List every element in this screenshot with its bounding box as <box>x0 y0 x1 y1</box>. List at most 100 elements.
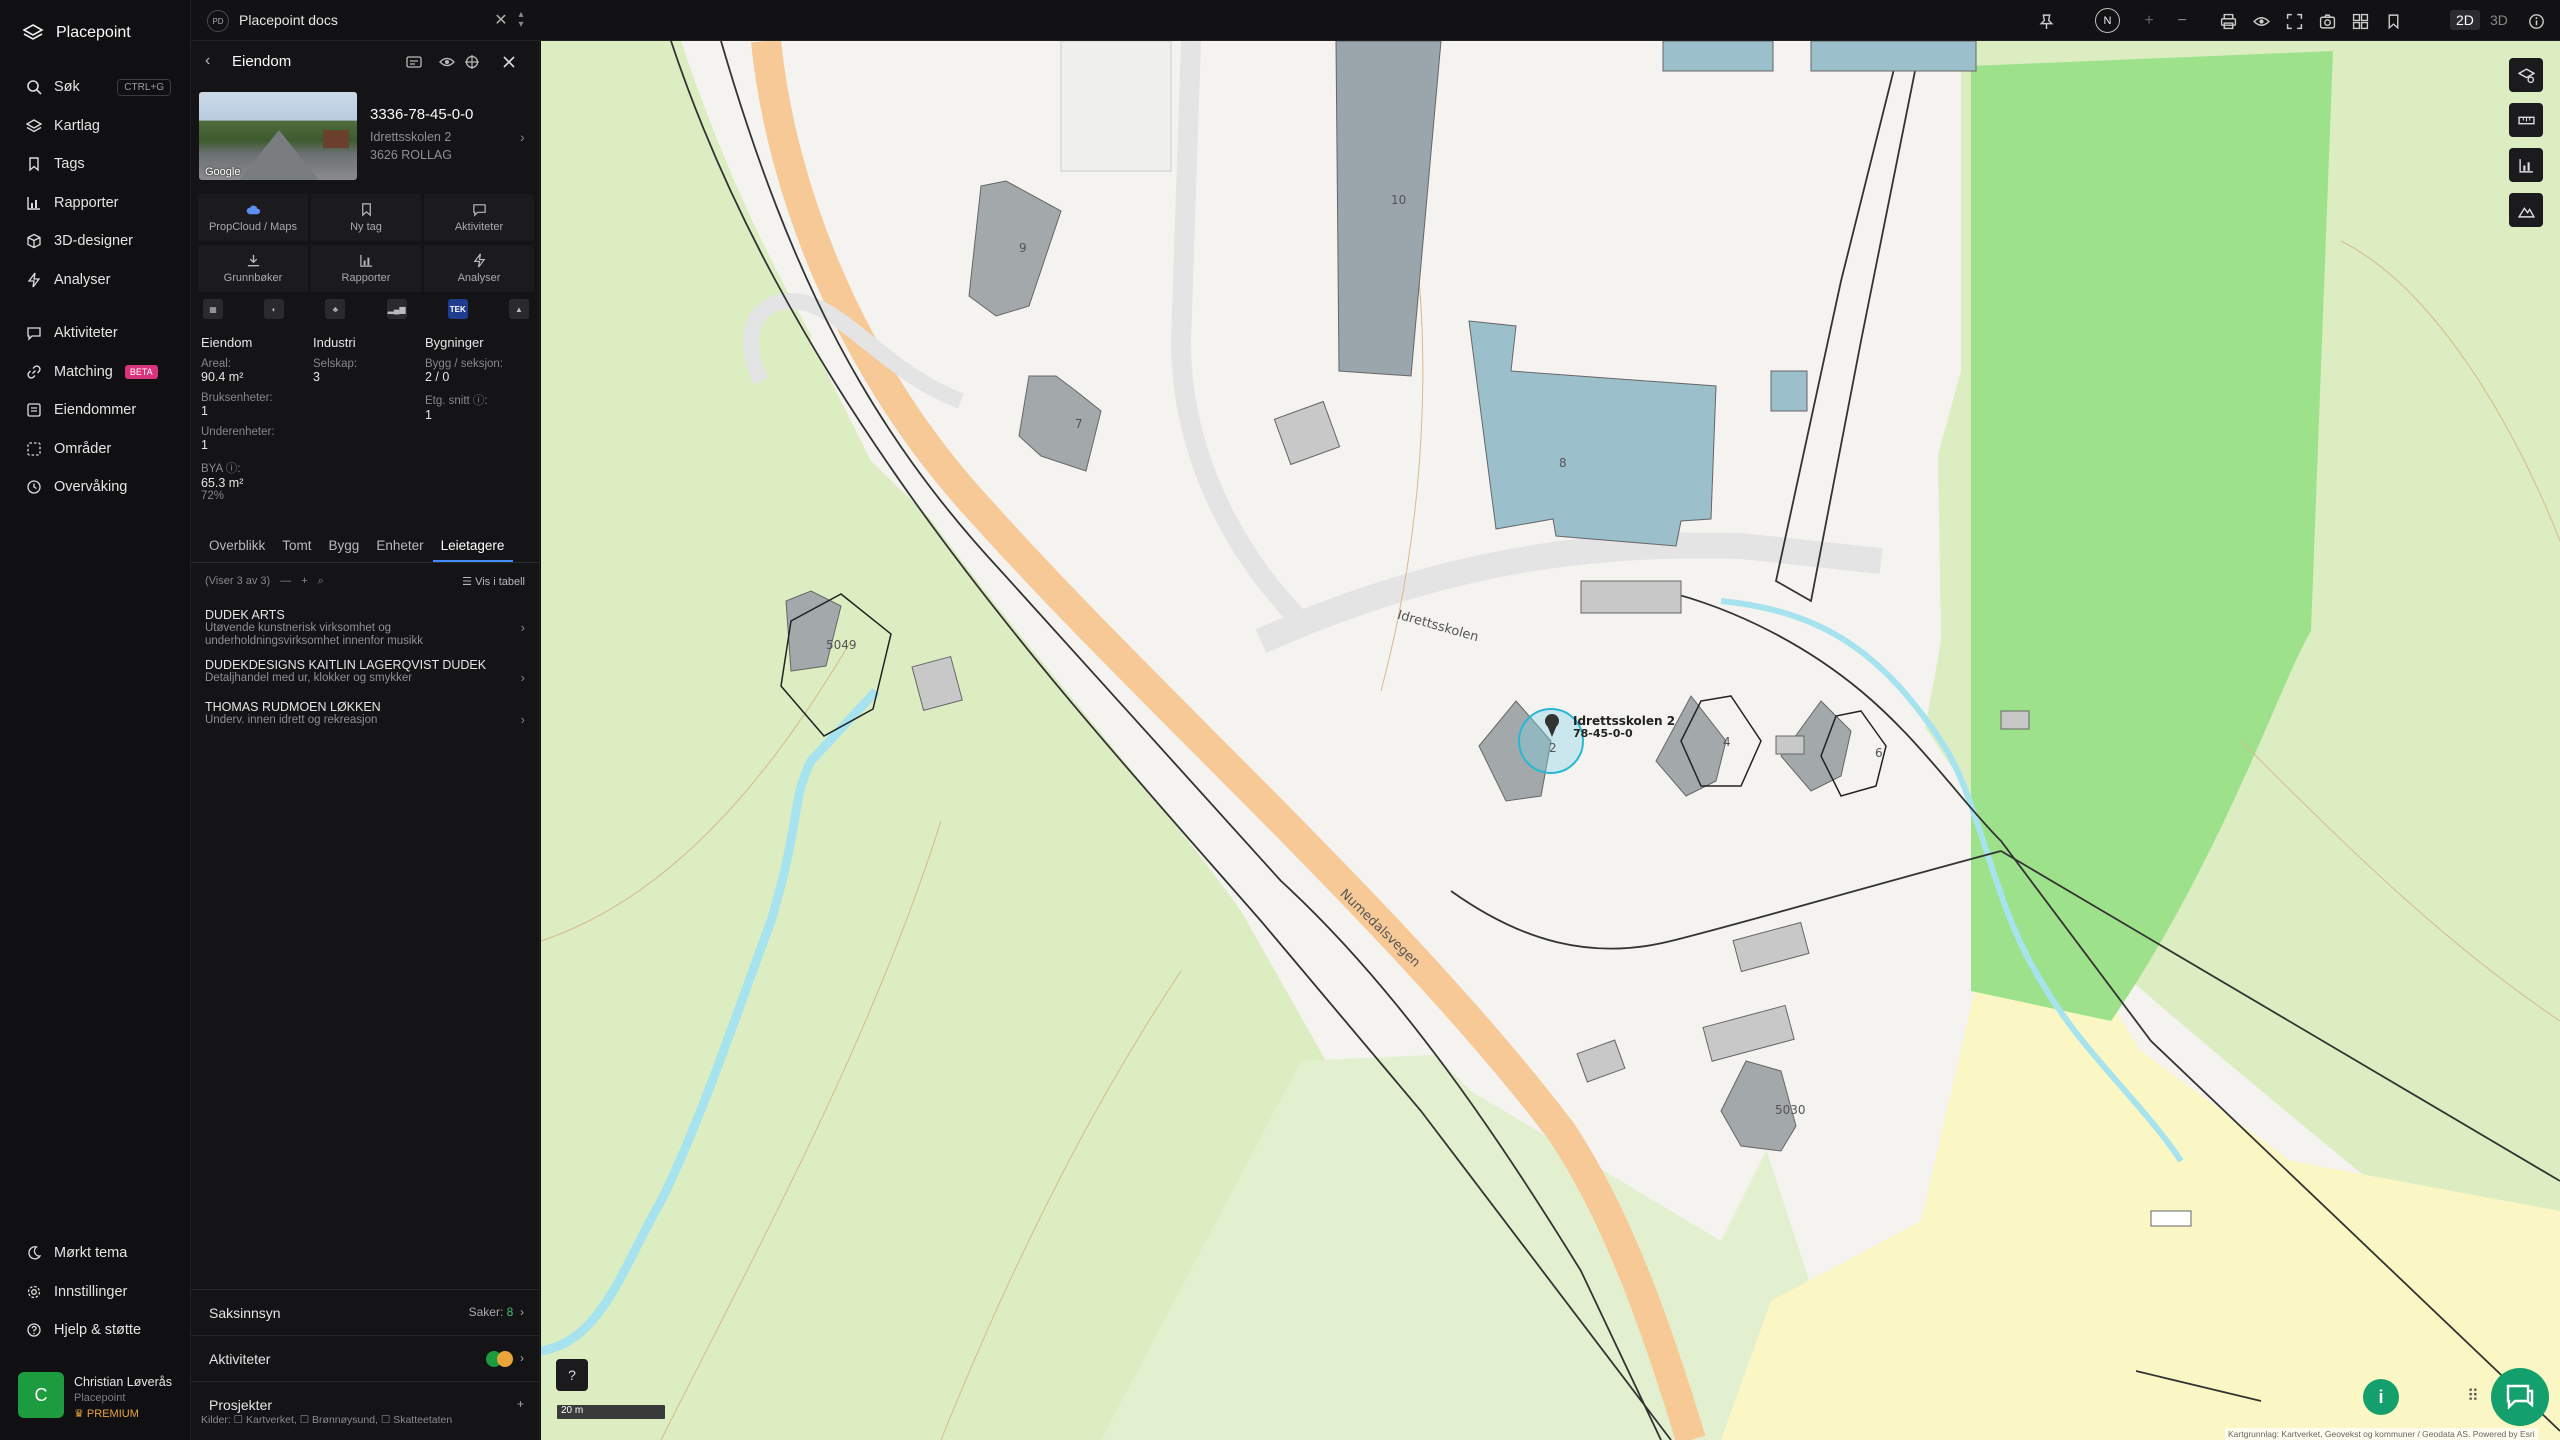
table-view-label: Vis i tabell <box>475 575 525 588</box>
matrikkel-icon[interactable]: ▦ <box>203 299 223 319</box>
nav-item-settings[interactable]: Innstillinger <box>0 1273 191 1312</box>
tab-enheter[interactable]: Enheter <box>368 533 432 562</box>
nav-label: Rapporter <box>54 194 119 211</box>
nav-item-eiendommer[interactable]: Eiendommer <box>0 391 191 430</box>
tek-badge[interactable]: TEK <box>447 299 468 319</box>
crosshair-icon[interactable] <box>461 51 483 73</box>
aktiviteter-section[interactable]: Aktiviteter › <box>191 1335 540 1380</box>
nav-item-analyser[interactable]: Analyser <box>0 261 191 300</box>
eye-icon[interactable] <box>2249 9 2273 33</box>
grunnboker-button[interactable]: Grunnbøker <box>198 245 308 292</box>
nav-item-3d-designer[interactable]: 3D-designer <box>0 222 191 261</box>
add-project-icon[interactable]: + <box>517 1397 524 1411</box>
terrain-icon[interactable] <box>2509 193 2543 227</box>
property-id: 3336-78-45-0-0 <box>370 106 474 123</box>
selskap-label: Selskap: <box>313 358 358 370</box>
bruksenheter-label: Bruksenheter: <box>201 392 273 404</box>
camera-icon[interactable] <box>2315 9 2339 33</box>
compass-north-icon[interactable]: N <box>2095 8 2120 33</box>
bookmark-icon <box>25 156 42 173</box>
mode-2d-button[interactable]: 2D <box>2450 10 2480 30</box>
nav-item-kartlag[interactable]: Kartlag <box>0 107 191 146</box>
back-arrow-icon[interactable]: ‹ <box>205 52 210 70</box>
chevron-right-icon[interactable]: › <box>520 129 525 145</box>
forest-icon[interactable]: ♣ <box>325 299 346 319</box>
info-button[interactable]: i <box>2363 1379 2399 1415</box>
chevron-updown-icon[interactable]: ▴ ▾ <box>513 10 529 30</box>
nav-item-omrader[interactable]: Områder <box>0 430 191 469</box>
drag-handle-icon[interactable]: ⠿ <box>2467 1386 2479 1406</box>
nav-item-aktiviteter[interactable]: Aktiviteter <box>0 314 191 353</box>
building-label: 7 <box>1075 417 1083 431</box>
bar-chart-icon[interactable] <box>2509 148 2543 182</box>
propcloud-button[interactable]: PropCloud / Maps <box>198 194 308 241</box>
zoom-out-icon[interactable]: − <box>2170 9 2194 33</box>
bookmark-icon[interactable] <box>2381 9 2405 33</box>
mode-3d-button[interactable]: 3D <box>2484 10 2514 30</box>
crown-icon: ♛ <box>74 1408 87 1420</box>
saker-count: Saker: 8 › <box>468 1305 524 1319</box>
tab-tomt[interactable]: Tomt <box>274 533 320 562</box>
list-icon <box>25 402 42 419</box>
print-icon[interactable] <box>2216 9 2240 33</box>
street-view-photo[interactable]: Google <box>199 92 357 180</box>
globe-icon[interactable]: ◐ <box>264 299 285 319</box>
placepoint-logo-icon <box>22 24 44 40</box>
tenant-desc: Utøvende kunstnerisk virksomhet og under… <box>205 622 423 647</box>
plus-icon[interactable]: + <box>301 575 307 587</box>
analyses-button[interactable]: Analyser <box>424 245 534 292</box>
nav-item-matching[interactable]: Matching BETA <box>0 353 191 392</box>
action-label: Analyser <box>457 272 501 284</box>
activities-button[interactable]: Aktiviteter <box>424 194 534 241</box>
pin-toggle-icon[interactable] <box>2034 9 2058 33</box>
photo-house <box>323 130 349 148</box>
layers-search-icon[interactable] <box>2509 58 2543 92</box>
measure-icon[interactable] <box>2509 103 2543 137</box>
id-card-icon[interactable] <box>403 51 425 73</box>
minus-icon[interactable]: — <box>280 575 291 587</box>
map-canvas[interactable]: 10 9 7 8 5049 4 6 2 5030 Idrettsskolen N… <box>541 41 2560 1440</box>
table-view-button[interactable]: ☰ Vis i tabell <box>462 575 525 588</box>
close-icon[interactable]: ✕ <box>491 10 511 30</box>
nav-label: Tags <box>54 156 85 173</box>
brand[interactable]: Placepoint <box>22 22 131 44</box>
new-tag-button[interactable]: Ny tag <box>311 194 421 241</box>
user-profile[interactable]: C Christian Løverås Placepoint ♛ PREMIUM <box>18 1372 178 1422</box>
tab-overblikk[interactable]: Overblikk <box>201 533 274 562</box>
nav-item-sok[interactable]: Søk CTRL+G <box>0 68 191 107</box>
close-icon[interactable] <box>498 51 520 73</box>
list-item[interactable]: DUDEKDESIGNS KAITLIN LAGERQVIST DUDEK De… <box>205 658 525 685</box>
list-item[interactable]: THOMAS RUDMOEN LØKKEN Underv. innen idre… <box>205 700 525 727</box>
bruksenheter-value: 1 <box>201 404 208 418</box>
saksinnsyn-section[interactable]: Saksinnsyn Saker: 8 › <box>191 1289 540 1334</box>
chat-support-button[interactable] <box>2491 1368 2549 1426</box>
nav-item-rapporter[interactable]: Rapporter <box>0 184 191 223</box>
grid-icon[interactable] <box>2348 9 2372 33</box>
areal-label: Areal: <box>201 358 232 370</box>
signal-bars-icon[interactable]: ▂▄▆ <box>386 299 407 319</box>
nav-item-dark-theme[interactable]: Mørkt tema <box>0 1234 191 1273</box>
doc-title[interactable]: Placepoint docs <box>239 12 338 28</box>
building-label: 5049 <box>826 638 857 652</box>
nav-item-overvaking[interactable]: Overvåking <box>0 468 191 507</box>
reports-button[interactable]: Rapporter <box>311 245 421 292</box>
etg-value: 1 <box>425 408 432 422</box>
nav-item-help[interactable]: Hjelp & støtte <box>0 1311 191 1350</box>
building <box>2150 1210 2192 1227</box>
shortcut-hint: CTRL+G <box>117 78 171 96</box>
info-icon[interactable] <box>2524 9 2548 33</box>
plan-badge: ♛ PREMIUM <box>74 1407 172 1420</box>
more-icon[interactable]: ▲ <box>508 299 529 319</box>
tab-bygg[interactable]: Bygg <box>321 533 369 562</box>
fullscreen-icon[interactable] <box>2282 9 2306 33</box>
zoom-in-icon[interactable]: + <box>2137 9 2161 33</box>
list-item[interactable]: DUDEK ARTS Utøvende kunstnerisk virksomh… <box>205 608 525 648</box>
list-count: (Viser 3 av 3) <box>205 575 271 587</box>
user-org: Placepoint <box>74 1392 126 1404</box>
eye-icon[interactable] <box>436 51 458 73</box>
tab-leietagere[interactable]: Leietagere <box>432 533 514 562</box>
help-icon[interactable]: ? <box>556 1359 588 1391</box>
nav-item-tags[interactable]: Tags <box>0 145 191 184</box>
search-icon[interactable]: ⌕ <box>318 575 324 588</box>
lightning-icon <box>473 253 485 268</box>
